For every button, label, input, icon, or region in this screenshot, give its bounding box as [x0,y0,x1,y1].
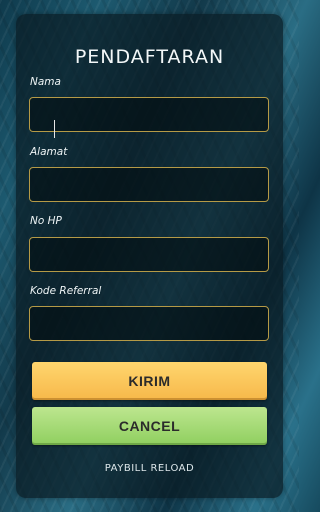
name-field-label: Nama [30,76,61,88]
cancel-button[interactable]: CANCEL [32,407,267,445]
app-footer-brand: PAYBILL RELOAD [104,463,195,474]
registration-panel: PENDAFTARAN Nama Alamat No HP Kode Refer… [16,14,283,498]
form-title: PENDAFTARAN [74,46,225,68]
referral-field-label: Kode Referral [30,285,102,297]
phone-field-label: No HP [30,215,62,227]
address-field-label: Alamat [30,146,68,158]
referral-code-input[interactable] [29,306,269,341]
name-input[interactable] [29,97,269,132]
submit-button[interactable]: KIRIM [32,362,267,400]
phone-input[interactable] [29,237,269,272]
address-input[interactable] [29,167,269,202]
text-cursor [54,120,55,138]
